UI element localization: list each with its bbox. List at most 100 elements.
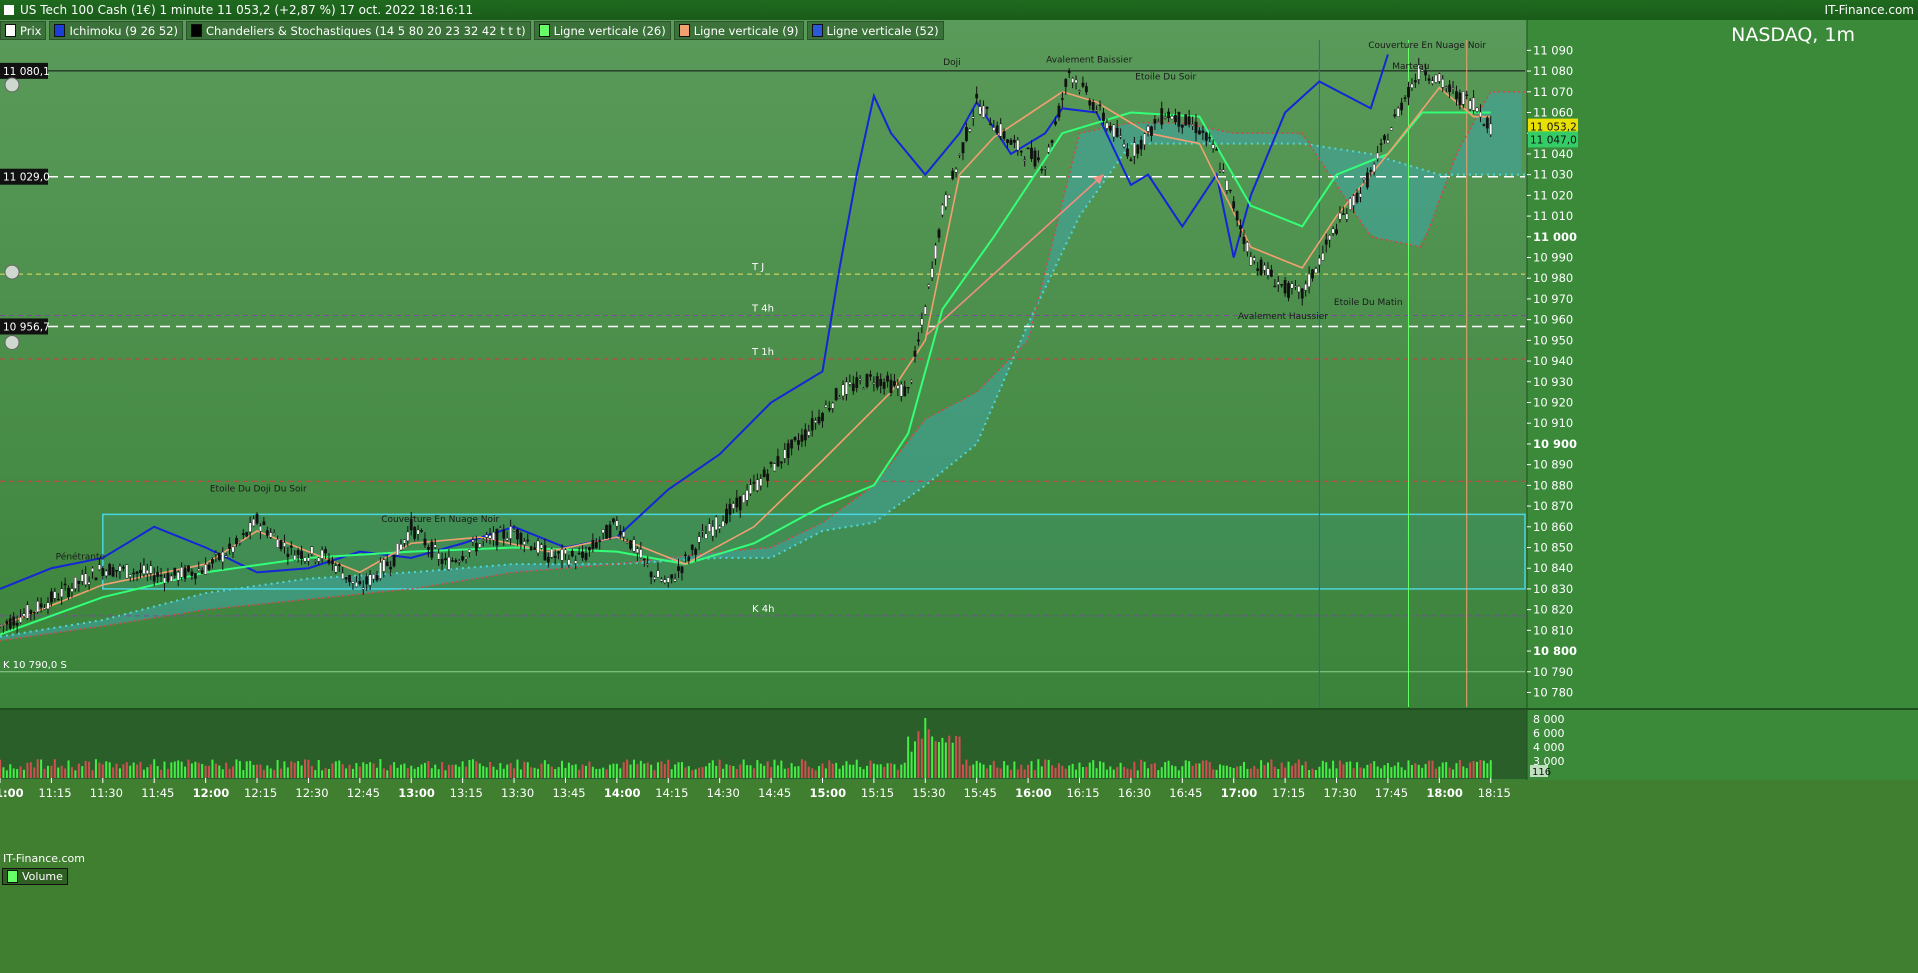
candle-body xyxy=(416,529,420,535)
price-tick-label: 11 020 xyxy=(1533,188,1573,202)
candle-body xyxy=(334,565,338,573)
candle-body xyxy=(536,540,540,554)
volume-bar xyxy=(1105,769,1108,778)
candle-body xyxy=(1376,152,1380,160)
candle-body xyxy=(725,508,728,524)
volume-bar xyxy=(177,760,180,778)
candle-body xyxy=(193,573,197,579)
candle-body xyxy=(1143,133,1147,145)
candle-body xyxy=(1304,283,1308,291)
candle-body xyxy=(265,530,269,536)
candle-body xyxy=(413,526,417,539)
volume-bar xyxy=(1287,761,1290,778)
volume-bar xyxy=(170,762,173,778)
candle-body xyxy=(1458,92,1462,106)
volume-bar xyxy=(711,760,714,778)
candle-body xyxy=(1307,273,1311,287)
candle-body xyxy=(495,529,499,546)
candle-body xyxy=(1300,288,1304,299)
legend-label: Ligne verticale (26) xyxy=(553,23,666,38)
candle-body xyxy=(899,384,903,397)
volume-bar xyxy=(441,762,444,778)
candle-body xyxy=(132,572,136,575)
legend-swatch-icon xyxy=(191,24,203,37)
volume-bar xyxy=(1033,770,1036,778)
volume-legend[interactable]: Volume xyxy=(2,868,68,885)
candle-body xyxy=(605,525,608,539)
volume-bar xyxy=(142,769,145,778)
volume-bar xyxy=(742,759,745,778)
time-tick-label: 17:45 xyxy=(1375,786,1408,800)
candle-body xyxy=(1067,71,1071,74)
volume-bar xyxy=(1085,767,1088,778)
candle-body xyxy=(913,350,917,357)
volume-bar xyxy=(173,761,176,778)
volume-bar xyxy=(533,767,536,778)
volume-bar xyxy=(12,768,15,778)
volume-tick-label: 4 000 xyxy=(1533,741,1565,754)
candle-body xyxy=(1194,121,1198,134)
candle-body xyxy=(1091,102,1095,111)
volume-bar xyxy=(19,766,22,778)
pattern-label: Etoile Du Matin xyxy=(1334,298,1403,308)
candle-body xyxy=(776,456,780,467)
legend-item-vline-9[interactable]: Ligne verticale (9) xyxy=(673,21,804,40)
volume-bar xyxy=(105,761,108,778)
candle-body xyxy=(485,534,489,538)
candle-body xyxy=(433,544,437,548)
candle-body xyxy=(759,478,763,487)
volume-bar xyxy=(540,763,543,778)
candle-body xyxy=(173,567,177,576)
volume-bar xyxy=(1486,763,1489,778)
level-label: K 4h xyxy=(752,604,774,615)
volume-bar xyxy=(74,770,77,778)
time-axis-background xyxy=(0,780,1918,973)
candle-body xyxy=(255,513,259,524)
candle-body xyxy=(368,574,372,586)
legend-item-ichimoku[interactable]: Ichimoku (9 26 52) xyxy=(49,21,184,40)
volume-bar xyxy=(266,765,269,778)
candle-body xyxy=(1170,116,1174,120)
legend-item-vline-26[interactable]: Ligne verticale (26) xyxy=(533,21,671,40)
candle-body xyxy=(454,559,458,563)
legend-item-prix[interactable]: Prix xyxy=(0,21,47,40)
candle-body xyxy=(841,384,845,397)
candle-body xyxy=(834,388,838,401)
candle-body xyxy=(1293,285,1297,288)
candle-body xyxy=(533,547,537,550)
candle-body xyxy=(180,567,184,578)
volume-bar xyxy=(794,766,797,778)
volume-bar xyxy=(708,762,711,778)
candle-body xyxy=(649,571,653,578)
candle-body xyxy=(207,564,211,570)
volume-bar xyxy=(1051,765,1054,778)
candle-body xyxy=(872,382,876,385)
legend-item-vline-52[interactable]: Ligne verticale (52) xyxy=(806,21,944,40)
price-chart[interactable]: T J T 4h T 1h K 4h K 10 790,0 S Doji Avalement… xyxy=(0,0,1918,973)
volume-bar xyxy=(900,764,903,778)
price-tick-label: 10 910 xyxy=(1533,416,1573,430)
legend-swatch-icon xyxy=(538,24,550,37)
volume-bar xyxy=(36,759,39,778)
legend-item-chandeliers[interactable]: Chandeliers & Stochastiques (14 5 80 20 … xyxy=(186,21,531,40)
volume-bar xyxy=(1407,760,1410,778)
candle-body xyxy=(115,570,118,572)
candle-body xyxy=(1081,82,1085,87)
candle-body xyxy=(1156,121,1160,123)
time-tick-label: 18:00 xyxy=(1426,786,1463,800)
candle-body xyxy=(80,574,84,582)
volume-bar xyxy=(471,759,474,778)
candle-body xyxy=(1379,143,1383,145)
volume-bar xyxy=(447,764,450,778)
volume-bar xyxy=(903,762,906,778)
volume-bar xyxy=(513,768,516,778)
candle-body xyxy=(594,541,598,549)
volume-bar xyxy=(855,759,858,778)
volume-bar xyxy=(1383,765,1386,778)
candle-body xyxy=(310,546,314,554)
candle-body xyxy=(341,572,345,580)
volume-bar xyxy=(70,767,73,778)
volume-bar xyxy=(184,766,187,778)
candle-body xyxy=(755,479,759,491)
candle-body xyxy=(790,439,794,449)
